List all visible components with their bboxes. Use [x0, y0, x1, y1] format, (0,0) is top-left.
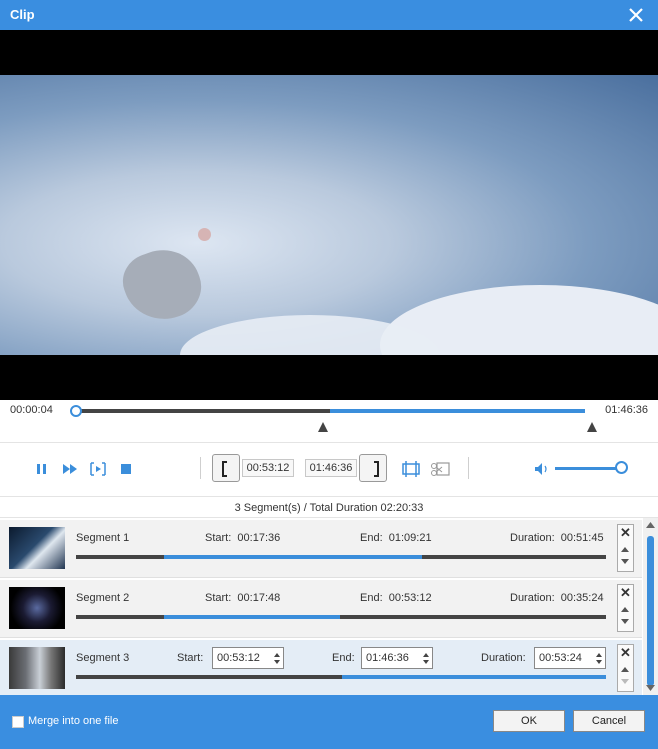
divider: [468, 457, 469, 479]
segment-start-label: Start:: [177, 652, 204, 664]
cancel-button[interactable]: Cancel: [573, 710, 645, 732]
spin-down-icon[interactable]: [274, 660, 280, 664]
ok-button[interactable]: OK: [493, 710, 565, 732]
selection-fill: [330, 409, 585, 413]
segment-name: Segment 1: [76, 532, 130, 544]
floating-object: [115, 239, 210, 331]
seek-bar-area: 00:00:04 01:46:36: [0, 400, 658, 442]
spin-up-icon[interactable]: [274, 653, 280, 657]
playback-controls: 00:53:12 01:46:36: [0, 442, 658, 496]
segment-range-fill: [342, 675, 606, 679]
set-start-button[interactable]: [212, 454, 240, 482]
segment-duration: Duration: 00:35:24: [510, 592, 604, 604]
window-title: Clip: [10, 7, 35, 22]
segment-thumbnail: [9, 527, 65, 569]
segment-end-label: End:: [332, 652, 355, 664]
end-time-display: 01:46:36: [305, 459, 357, 477]
move-down-icon: [621, 679, 629, 684]
move-up-icon[interactable]: [621, 607, 629, 612]
move-up-icon[interactable]: [621, 667, 629, 672]
start-time-display: 00:53:12: [242, 459, 294, 477]
volume-icon[interactable]: [532, 459, 552, 479]
segment-name: Segment 2: [76, 592, 130, 604]
spin-up-icon[interactable]: [423, 653, 429, 657]
spin-down-icon[interactable]: [423, 660, 429, 664]
segment-row-selected[interactable]: Segment 3 Start: 00:53:12 End: 01:46:36 …: [0, 640, 642, 698]
delete-segment-icon[interactable]: ✕: [618, 645, 633, 661]
move-down-icon[interactable]: [621, 559, 629, 564]
stop-icon[interactable]: [116, 459, 136, 479]
segment-thumbnail: [9, 587, 65, 629]
current-time: 00:00:04: [10, 404, 53, 416]
video-frame: [0, 75, 658, 355]
playhead-knob[interactable]: [70, 405, 82, 417]
total-time: 01:46:36: [605, 404, 648, 416]
set-end-button[interactable]: [359, 454, 387, 482]
delete-segment-icon[interactable]: ✕: [618, 525, 633, 541]
merge-label[interactable]: Merge into one file: [28, 715, 119, 727]
scroll-up-icon[interactable]: [646, 522, 655, 528]
dialog-footer: Merge into one file OK Cancel: [0, 695, 658, 749]
bracket-open-icon: [222, 461, 227, 477]
fast-forward-icon[interactable]: [60, 459, 80, 479]
volume-knob[interactable]: [615, 461, 628, 474]
merge-checkbox[interactable]: [12, 716, 24, 728]
divider: [200, 457, 201, 479]
duration-spinner[interactable]: 00:53:24: [534, 647, 606, 669]
segment-list-scrollbar[interactable]: [643, 518, 658, 695]
segment-actions: ✕: [617, 524, 634, 572]
end-time-value: 01:46:36: [366, 652, 409, 664]
add-segment-icon[interactable]: [401, 459, 421, 479]
bracket-close-icon: [374, 461, 379, 477]
volume-slider[interactable]: [555, 467, 623, 470]
segment-duration: Duration: 00:51:45: [510, 532, 604, 544]
segment-start: Start: 00:17:36: [205, 532, 281, 544]
scroll-down-icon[interactable]: [646, 685, 655, 691]
segment-duration-label: Duration:: [481, 652, 526, 664]
start-marker[interactable]: [318, 422, 328, 432]
segment-summary: 3 Segment(s) / Total Duration 02:20:33: [0, 496, 658, 518]
segment-range-bar: [76, 615, 606, 619]
end-marker[interactable]: [587, 422, 597, 432]
segment-range-fill: [164, 615, 340, 619]
move-up-icon[interactable]: [621, 547, 629, 552]
move-down-icon[interactable]: [621, 619, 629, 624]
start-time-value: 00:53:12: [217, 652, 260, 664]
segment-name: Segment 3: [76, 652, 130, 664]
title-bar: Clip: [0, 0, 658, 30]
segment-end: End: 00:53:12: [360, 592, 432, 604]
next-frame-icon[interactable]: [88, 459, 108, 479]
segment-thumbnail: [9, 647, 65, 689]
segment-range-bar: [76, 675, 606, 679]
segment-range-fill: [164, 555, 422, 559]
close-icon[interactable]: [626, 5, 646, 25]
seek-track[interactable]: [70, 405, 585, 417]
segment-range-bar: [76, 555, 606, 559]
segment-start: Start: 00:17:48: [205, 592, 281, 604]
start-time-spinner[interactable]: 00:53:12: [212, 647, 284, 669]
segment-actions: ✕: [617, 644, 634, 692]
scroll-thumb[interactable]: [647, 536, 654, 686]
duration-value: 00:53:24: [539, 652, 582, 664]
pause-icon[interactable]: [32, 459, 52, 479]
spin-up-icon[interactable]: [596, 653, 602, 657]
segment-row[interactable]: Segment 2 Start: 00:17:48 End: 00:53:12 …: [0, 580, 642, 638]
segment-row[interactable]: Segment 1 Start: 00:17:36 End: 01:09:21 …: [0, 520, 642, 578]
segment-end: End: 01:09:21: [360, 532, 432, 544]
end-time-spinner[interactable]: 01:46:36: [361, 647, 433, 669]
spin-down-icon[interactable]: [596, 660, 602, 664]
segment-list: Segment 1 Start: 00:17:36 End: 01:09:21 …: [0, 518, 658, 698]
split-scissors-icon[interactable]: [430, 459, 450, 479]
delete-segment-icon[interactable]: ✕: [618, 585, 633, 601]
segment-actions: ✕: [617, 584, 634, 632]
floating-dot: [198, 228, 211, 241]
video-preview: [0, 30, 658, 400]
